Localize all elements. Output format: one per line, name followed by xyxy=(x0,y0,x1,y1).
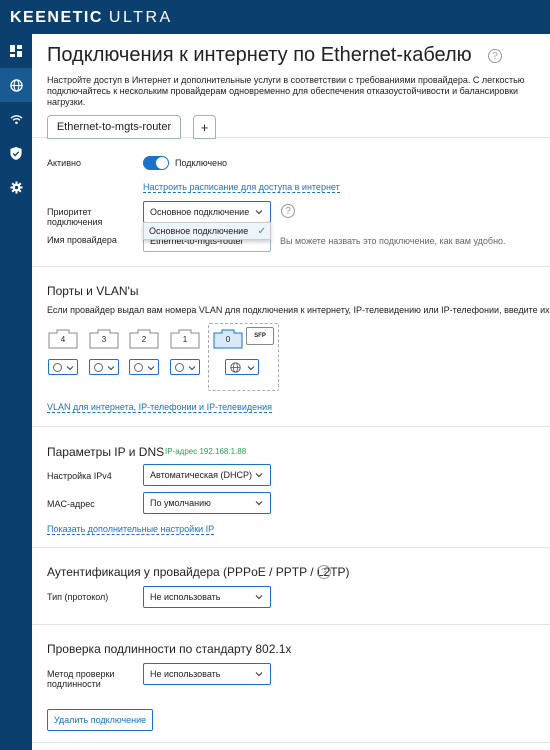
circle-icon xyxy=(175,363,184,372)
globe-icon xyxy=(9,78,23,92)
ports-heading: Порты и VLAN'ы xyxy=(47,284,139,298)
priority-option-main[interactable]: Основное подключение ✓ xyxy=(144,223,270,239)
active-toggle[interactable] xyxy=(143,156,169,170)
vlan-settings-link[interactable]: VLAN для интернета, IP-телефонии и IP-те… xyxy=(47,402,272,413)
model-name: ULTRA xyxy=(108,9,173,26)
chevron-down-icon xyxy=(255,473,263,478)
priority-option-label: Основное подключение xyxy=(149,226,249,236)
port-0-wan: 0 xyxy=(213,329,243,349)
ipv4-select-value: Автоматическая (DHCP) xyxy=(150,470,252,480)
sidebar-item-internet[interactable] xyxy=(0,68,32,102)
help-icon[interactable]: ? xyxy=(488,49,502,63)
page-description-line-3: нагрузки. xyxy=(47,97,86,107)
port-4-select[interactable] xyxy=(48,359,78,375)
provider-label: Имя провайдера xyxy=(47,235,117,245)
port-4: 4 xyxy=(48,329,78,349)
mac-select-value: По умолчанию xyxy=(150,498,211,508)
ipv4-label: Настройка IPv4 xyxy=(47,471,112,481)
page-title: Подключения к интернету по Ethernet-кабе… xyxy=(47,44,472,66)
dot1x-method-label-line-2: подлинности xyxy=(47,679,101,689)
tab-ethernet-connection[interactable]: Ethernet-to-mgts-router xyxy=(47,115,181,139)
check-icon: ✓ xyxy=(257,225,266,237)
page-description-line-1: Настройте доступ в Интернет и дополнител… xyxy=(47,75,525,85)
wifi-icon xyxy=(10,114,22,124)
sidebar xyxy=(0,34,32,750)
add-connection-tab[interactable]: + xyxy=(193,115,216,139)
auth-type-label: Тип (протокол) xyxy=(47,592,109,602)
priority-label-line-2: подключения xyxy=(47,217,103,227)
sidebar-item-wifi[interactable] xyxy=(0,102,32,136)
mac-label: MAC-адрес xyxy=(47,499,95,509)
mac-select[interactable]: По умолчанию xyxy=(143,492,271,514)
main-content: Подключения к интернету по Ethernet-кабе… xyxy=(32,34,550,750)
circle-icon xyxy=(94,363,103,372)
priority-label-line-1: Приоритет xyxy=(47,207,92,217)
wan-port-select[interactable] xyxy=(225,359,259,375)
chevron-down-icon xyxy=(247,366,255,371)
dashboard-icon xyxy=(10,45,22,57)
port-number: 0 xyxy=(225,335,231,344)
active-state-text: Подключено xyxy=(175,158,228,168)
chevron-down-icon xyxy=(188,366,196,371)
dot1x-method-select[interactable]: Не использовать xyxy=(143,663,271,685)
ip-address-text: IP-адрес 192.168.1.88 xyxy=(165,447,247,456)
schedule-link[interactable]: Настроить расписание для доступа в интер… xyxy=(143,182,340,193)
auth-heading: Аутентификация у провайдера (PPPoE / PPT… xyxy=(47,565,350,579)
dot1x-method-value: Не использовать xyxy=(150,669,221,679)
top-bar: KEENETIC ULTRA xyxy=(0,0,550,34)
port-2: 2 xyxy=(129,329,159,349)
chevron-down-icon xyxy=(255,210,263,215)
active-label: Активно xyxy=(47,158,81,168)
port-2-select[interactable] xyxy=(129,359,159,375)
delete-connection-button[interactable]: Удалить подключение xyxy=(47,709,153,731)
chevron-down-icon xyxy=(255,595,263,600)
sidebar-item-security[interactable] xyxy=(0,136,32,170)
auth-type-select[interactable]: Не использовать xyxy=(143,586,271,608)
chevron-down-icon xyxy=(255,501,263,506)
port-1-select[interactable] xyxy=(170,359,200,375)
port-number: 2 xyxy=(141,335,147,344)
dot1x-method-label-line-1: Метод проверки xyxy=(47,669,115,679)
port-3-select[interactable] xyxy=(89,359,119,375)
shield-icon xyxy=(10,146,22,160)
brand-name: KEENETIC xyxy=(10,9,103,26)
priority-select-value: Основное подключение xyxy=(150,207,250,217)
logo: KEENETIC ULTRA xyxy=(10,9,173,27)
port-number: 1 xyxy=(182,335,188,344)
chevron-down-icon xyxy=(255,672,263,677)
sfp-port: SFP xyxy=(246,327,274,345)
provider-hint: Вы можете назвать это подключение, как в… xyxy=(280,236,506,246)
auth-type-value: Не использовать xyxy=(150,592,221,602)
ipv4-select[interactable]: Автоматическая (DHCP) xyxy=(143,464,271,486)
chevron-down-icon xyxy=(107,366,115,371)
port-3: 3 xyxy=(89,329,119,349)
circle-icon xyxy=(134,363,143,372)
sidebar-item-dashboard[interactable] xyxy=(0,34,32,68)
port-number: 3 xyxy=(101,335,107,344)
circle-icon xyxy=(53,363,62,372)
chevron-down-icon xyxy=(66,366,74,371)
dot1x-heading: Проверка подлинности по стандарту 802.1x xyxy=(47,642,292,656)
chevron-down-icon xyxy=(147,366,155,371)
globe-icon xyxy=(230,362,241,373)
ip-dns-heading: Параметры IP и DNS xyxy=(47,445,165,459)
priority-dropdown: Основное подключение ✓ xyxy=(143,222,271,240)
more-ip-settings-link[interactable]: Показать дополнительные настройки IP xyxy=(47,524,215,535)
ports-description: Если провайдер выдал вам номера VLAN для… xyxy=(47,305,550,315)
sidebar-item-settings[interactable] xyxy=(0,170,32,204)
page-description-line-2: подключайтесь к нескольким провайдерам о… xyxy=(47,86,519,96)
gear-icon xyxy=(9,180,23,194)
port-1: 1 xyxy=(170,329,200,349)
priority-select[interactable]: Основное подключение xyxy=(143,201,271,223)
auth-help-icon[interactable]: ? xyxy=(317,565,331,579)
priority-help-icon[interactable]: ? xyxy=(281,204,295,218)
port-number: 4 xyxy=(60,335,66,344)
